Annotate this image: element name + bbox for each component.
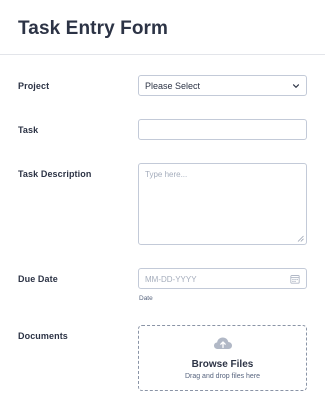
task-description-label: Task Description [18, 169, 92, 179]
calendar-icon[interactable] [290, 274, 300, 284]
task-label: Task [18, 125, 39, 135]
chevron-down-icon [292, 84, 300, 88]
project-select[interactable]: Please Select [138, 75, 307, 96]
resize-grip-icon[interactable] [297, 235, 304, 242]
due-date-sublabel: Date [139, 295, 153, 302]
browse-files-button[interactable]: Browse Files [139, 359, 306, 370]
task-description-placeholder: Type here... [145, 170, 188, 179]
task-input[interactable] [138, 119, 307, 140]
project-select-value: Please Select [145, 81, 201, 91]
cloud-upload-icon [214, 337, 232, 349]
dropzone-hint: Drag and drop files here [184, 373, 261, 380]
due-date-input[interactable]: MM-DD-YYYY [138, 268, 307, 289]
due-date-placeholder: MM-DD-YYYY [145, 275, 197, 284]
form-header: Task Entry Form [0, 0, 325, 55]
documents-label: Documents [18, 331, 68, 341]
file-dropzone[interactable]: Browse Files Drag and drop files here [138, 325, 307, 391]
page-title: Task Entry Form [18, 18, 169, 39]
project-label: Project [18, 81, 50, 91]
due-date-label: Due Date [18, 274, 58, 284]
task-description-textarea[interactable]: Type here... [138, 163, 307, 245]
